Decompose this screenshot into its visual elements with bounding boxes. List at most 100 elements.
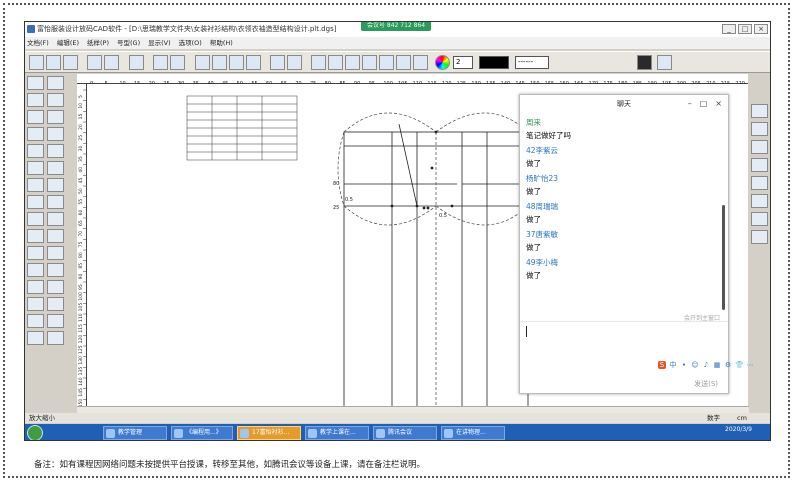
pen-icon[interactable] bbox=[87, 55, 102, 70]
close-button[interactable]: × bbox=[754, 24, 768, 34]
pen-tool-icon[interactable] bbox=[27, 93, 44, 107]
menu-file[interactable]: 文档(F) bbox=[27, 37, 49, 49]
taskbar-item-3[interactable]: 教学上课在... bbox=[305, 426, 369, 440]
shape-tool-icon[interactable] bbox=[47, 93, 64, 107]
pleat-tool-icon[interactable] bbox=[47, 195, 64, 209]
piece-list-icon[interactable] bbox=[751, 104, 768, 118]
notch-tool-icon[interactable] bbox=[27, 212, 44, 226]
chat-close-icon[interactable]: × bbox=[715, 99, 722, 108]
tools-tool-icon[interactable] bbox=[47, 314, 64, 328]
fill-tool-icon[interactable] bbox=[27, 263, 44, 277]
text-tool-icon[interactable] bbox=[27, 178, 44, 192]
ime-emoji-icon[interactable]: ☺ bbox=[691, 361, 699, 369]
ime-keyboard-icon[interactable]: ▦ bbox=[713, 361, 721, 369]
ime-settings-icon[interactable]: ⚙ bbox=[724, 361, 732, 369]
stack-tool-icon[interactable] bbox=[47, 246, 64, 260]
menu-options[interactable]: 选项(O) bbox=[179, 37, 202, 49]
chat-scrollbar[interactable] bbox=[722, 205, 725, 310]
table-icon[interactable] bbox=[129, 55, 144, 70]
print-tool-icon[interactable] bbox=[27, 314, 44, 328]
flip-tool-icon[interactable] bbox=[47, 263, 64, 277]
mirror-tool-icon[interactable] bbox=[27, 144, 44, 158]
fill-icon[interactable] bbox=[246, 55, 261, 70]
circle-tool-icon[interactable] bbox=[47, 161, 64, 175]
color-wheel-icon[interactable] bbox=[435, 55, 450, 70]
taskbar-item-5[interactable]: 在讲物理... bbox=[441, 426, 505, 440]
ruler-tool-icon[interactable] bbox=[27, 110, 44, 124]
measure-icon[interactable] bbox=[287, 55, 302, 70]
barcode-icon[interactable] bbox=[637, 55, 652, 70]
rotate-tool-icon[interactable] bbox=[47, 127, 64, 141]
ime-more-icon[interactable]: ⋯ bbox=[746, 361, 754, 369]
taskbar-clock[interactable]: 2020/3/9 bbox=[725, 426, 752, 433]
menu-pattern[interactable]: 纸样(P) bbox=[87, 37, 109, 49]
grade-tool-icon[interactable] bbox=[47, 229, 64, 243]
seam-tool-icon[interactable] bbox=[27, 229, 44, 243]
marker-icon[interactable] bbox=[751, 158, 768, 172]
button-hole-icon[interactable] bbox=[413, 55, 428, 70]
ime-lang-icon[interactable]: 中 bbox=[669, 361, 677, 369]
table-tool-icon[interactable] bbox=[751, 122, 768, 136]
camera-icon[interactable] bbox=[104, 55, 119, 70]
export-icon[interactable] bbox=[751, 194, 768, 208]
adjust-tool-icon[interactable] bbox=[47, 76, 64, 90]
list-tool-icon[interactable] bbox=[47, 331, 64, 345]
ime-punct-icon[interactable]: • bbox=[680, 361, 688, 369]
import-icon[interactable] bbox=[751, 212, 768, 226]
open-file-icon[interactable] bbox=[46, 55, 61, 70]
align-tool-icon[interactable] bbox=[47, 144, 64, 158]
notch-icon[interactable] bbox=[379, 55, 394, 70]
arc-tool-icon[interactable] bbox=[27, 161, 44, 175]
chat-input-field[interactable] bbox=[526, 326, 527, 337]
grid-icon[interactable] bbox=[212, 55, 227, 70]
swap-tool-icon[interactable] bbox=[27, 280, 44, 294]
menu-view[interactable]: 显示(V) bbox=[148, 37, 171, 49]
chat-minimize-icon[interactable]: – bbox=[688, 99, 692, 108]
menu-edit[interactable]: 编辑(E) bbox=[57, 37, 79, 49]
select-tool-icon[interactable] bbox=[27, 76, 44, 90]
taskbar-item-4[interactable]: 腾讯会议 bbox=[373, 426, 437, 440]
merge-tool-icon[interactable] bbox=[47, 297, 64, 311]
grid-tool-icon[interactable] bbox=[27, 331, 44, 345]
help-icon[interactable] bbox=[657, 55, 672, 70]
split-tool-icon[interactable] bbox=[27, 297, 44, 311]
drill-tool-icon[interactable] bbox=[27, 246, 44, 260]
angle-tool-icon[interactable] bbox=[27, 127, 44, 141]
save-icon[interactable] bbox=[63, 55, 78, 70]
layout-icon[interactable] bbox=[751, 140, 768, 154]
meeting-badge[interactable]: 会议号 842 712 864 bbox=[361, 22, 432, 31]
taskbar-item-1[interactable]: 《编程用...》 bbox=[171, 426, 233, 440]
send-button[interactable]: 发送(S) bbox=[694, 379, 718, 389]
new-file-icon[interactable] bbox=[29, 55, 44, 70]
dart-tool-icon[interactable] bbox=[27, 195, 44, 209]
measure-tool-icon[interactable] bbox=[47, 110, 64, 124]
taskbar-item-2[interactable]: 17富怡衬衫... bbox=[237, 426, 301, 440]
pen-width-input[interactable]: 2 bbox=[453, 56, 473, 69]
taskbar-item-0[interactable]: 教学管理 bbox=[103, 426, 167, 440]
stack-tool-icon[interactable] bbox=[751, 176, 768, 190]
chat-maximize-icon[interactable]: □ bbox=[700, 99, 708, 108]
line-icon[interactable] bbox=[345, 55, 360, 70]
ime-skin-icon[interactable]: 👕 bbox=[735, 361, 744, 369]
ime-voice-icon[interactable]: ♪ bbox=[702, 361, 710, 369]
layer-tool-icon[interactable] bbox=[47, 178, 64, 192]
horizontal-scrollbar[interactable] bbox=[77, 406, 749, 413]
piece-icon[interactable] bbox=[229, 55, 244, 70]
brush-icon[interactable] bbox=[270, 55, 285, 70]
curve-icon[interactable] bbox=[328, 55, 343, 70]
grade-icon[interactable] bbox=[195, 55, 210, 70]
ime-logo-icon[interactable]: S bbox=[658, 361, 666, 369]
start-button[interactable] bbox=[27, 425, 43, 440]
minimize-button[interactable]: _ bbox=[722, 24, 736, 34]
maximize-button[interactable]: □ bbox=[738, 24, 752, 34]
chart-icon[interactable] bbox=[311, 55, 326, 70]
hole-tool-icon[interactable] bbox=[47, 212, 64, 226]
color-select[interactable] bbox=[479, 56, 509, 69]
menu-help[interactable]: 帮助(H) bbox=[210, 37, 233, 49]
menu-size[interactable]: 号型(G) bbox=[117, 37, 140, 49]
seam-icon[interactable] bbox=[362, 55, 377, 70]
undo-icon[interactable] bbox=[153, 55, 168, 70]
line-style-select[interactable]: ------ bbox=[515, 56, 549, 69]
print-tool-icon[interactable] bbox=[751, 230, 768, 244]
pleat-icon[interactable] bbox=[396, 55, 411, 70]
